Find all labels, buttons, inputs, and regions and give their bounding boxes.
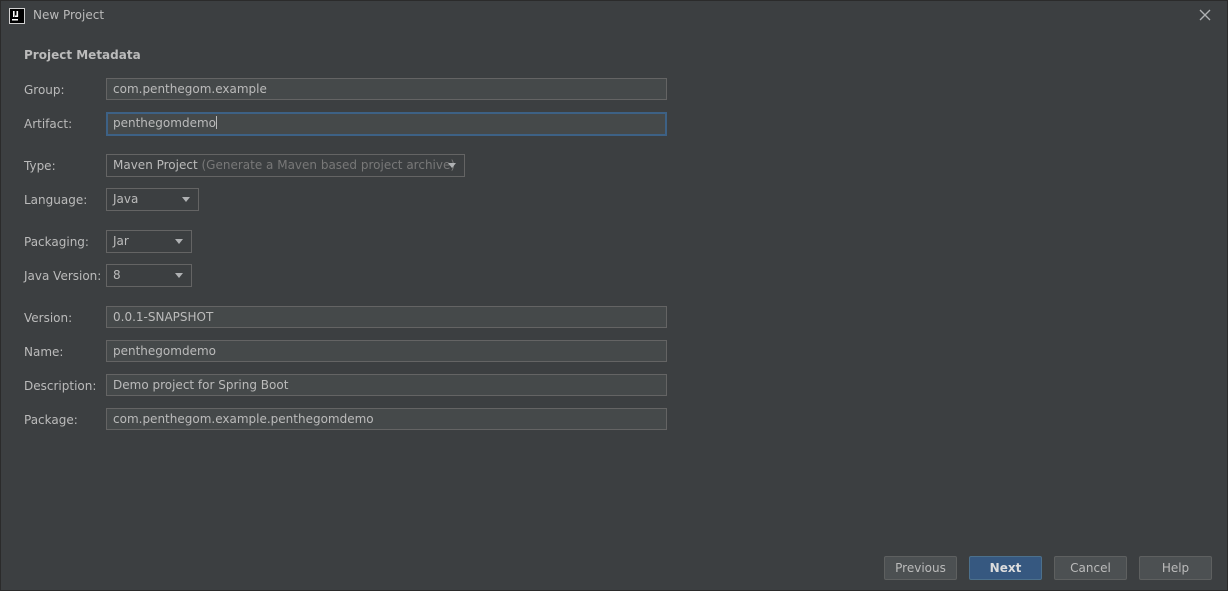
chevron-down-icon xyxy=(175,239,183,244)
version-label: Version: xyxy=(24,311,73,325)
cancel-button[interactable]: Cancel xyxy=(1054,556,1127,580)
next-button[interactable]: Next xyxy=(969,556,1042,580)
type-dropdown[interactable]: Maven Project (Generate a Maven based pr… xyxy=(106,154,465,177)
description-field[interactable]: Demo project for Spring Boot xyxy=(106,374,667,396)
intellij-icon xyxy=(9,8,25,24)
packaging-label: Packaging: xyxy=(24,235,89,249)
chevron-down-icon xyxy=(448,163,456,168)
java-version-dropdown[interactable]: 8 xyxy=(106,264,192,287)
help-button[interactable]: Help xyxy=(1139,556,1212,580)
section-title: Project Metadata xyxy=(24,48,141,62)
artifact-value: penthegomdemo xyxy=(113,116,216,130)
language-dropdown[interactable]: Java xyxy=(106,188,199,211)
previous-button[interactable]: Previous xyxy=(884,556,957,580)
artifact-label: Artifact: xyxy=(24,117,73,131)
new-project-dialog: New Project Project Metadata Group: com.… xyxy=(0,0,1228,591)
text-caret xyxy=(215,116,217,129)
java-version-label: Java Version: xyxy=(24,269,102,283)
chevron-down-icon xyxy=(182,197,190,202)
artifact-field[interactable]: penthegomdemo xyxy=(106,112,667,136)
name-field[interactable]: penthegomdemo xyxy=(106,340,667,362)
java-version-value: 8 xyxy=(113,268,121,282)
language-value: Java xyxy=(113,192,139,206)
name-label: Name: xyxy=(24,345,64,359)
window-title: New Project xyxy=(33,8,105,22)
version-field[interactable]: 0.0.1-SNAPSHOT xyxy=(106,306,667,328)
group-field[interactable]: com.penthegom.example xyxy=(106,78,667,100)
packaging-dropdown[interactable]: Jar xyxy=(106,230,192,253)
group-label: Group: xyxy=(24,83,65,97)
package-field[interactable]: com.penthegom.example.penthegomdemo xyxy=(106,408,667,430)
package-label: Package: xyxy=(24,413,78,427)
type-hint: (Generate a Maven based project archive) xyxy=(201,158,456,172)
type-value: Maven Project xyxy=(113,158,198,172)
chevron-down-icon xyxy=(175,273,183,278)
close-icon[interactable] xyxy=(1197,7,1213,23)
language-label: Language: xyxy=(24,193,88,207)
type-label: Type: xyxy=(24,159,56,173)
packaging-value: Jar xyxy=(113,234,129,248)
description-label: Description: xyxy=(24,379,97,393)
title-bar: New Project xyxy=(1,1,1227,31)
